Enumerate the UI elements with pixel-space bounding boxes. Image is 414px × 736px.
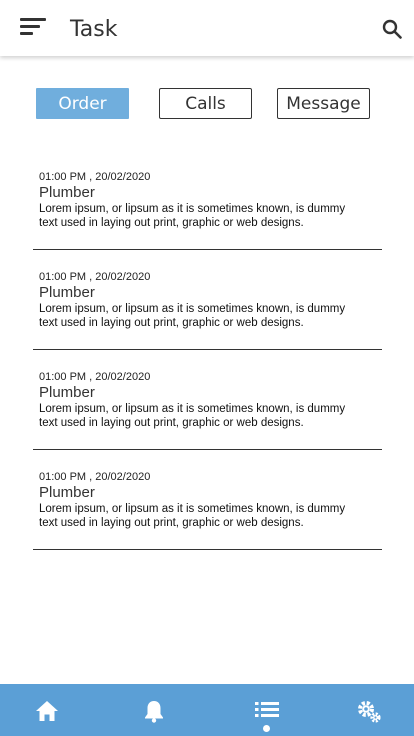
tab-order[interactable]: Order — [36, 88, 129, 119]
task-title: Plumber — [39, 484, 95, 501]
page-title: Task — [70, 17, 118, 42]
tab-bar: Order Calls Message — [0, 88, 414, 119]
bell-icon[interactable] — [141, 698, 167, 724]
menu-icon[interactable] — [20, 18, 48, 38]
task-title: Plumber — [39, 284, 95, 301]
tab-calls[interactable]: Calls — [159, 88, 252, 119]
task-time: 01:00 PM , 20/02/2020 — [39, 171, 151, 183]
task-item[interactable]: 01:00 PM , 20/02/2020 Plumber Lorem ipsu… — [33, 350, 382, 450]
home-icon[interactable] — [34, 698, 60, 724]
task-item[interactable]: 01:00 PM , 20/02/2020 Plumber Lorem ipsu… — [33, 150, 382, 250]
task-item[interactable]: 01:00 PM , 20/02/2020 Plumber Lorem ipsu… — [33, 250, 382, 350]
task-description: Lorem ipsum, or lipsum as it is sometime… — [39, 203, 346, 229]
task-description: Lorem ipsum, or lipsum as it is sometime… — [39, 503, 346, 529]
task-time: 01:00 PM , 20/02/2020 — [39, 271, 151, 283]
bottom-nav — [0, 684, 414, 736]
settings-icon[interactable] — [356, 698, 382, 724]
task-item[interactable]: 01:00 PM , 20/02/2020 Plumber Lorem ipsu… — [33, 450, 382, 550]
list-icon[interactable] — [254, 698, 280, 724]
task-description: Lorem ipsum, or lipsum as it is sometime… — [39, 403, 346, 429]
task-list: 01:00 PM , 20/02/2020 Plumber Lorem ipsu… — [33, 150, 382, 550]
tab-message[interactable]: Message — [277, 88, 370, 119]
task-title: Plumber — [39, 184, 95, 201]
task-time: 01:00 PM , 20/02/2020 — [39, 471, 151, 483]
search-icon[interactable] — [382, 19, 402, 39]
active-indicator-dot — [263, 725, 270, 732]
task-title: Plumber — [39, 384, 95, 401]
task-time: 01:00 PM , 20/02/2020 — [39, 371, 151, 383]
task-description: Lorem ipsum, or lipsum as it is sometime… — [39, 303, 346, 329]
app-header: Task — [0, 0, 414, 56]
